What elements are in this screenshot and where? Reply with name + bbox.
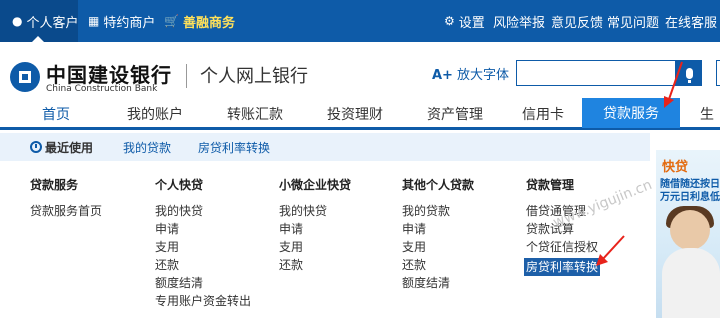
- main-nav: 首页 我的账户 转账汇款 投资理财 资产管理 信用卡 贷款服务 生: [0, 98, 720, 130]
- enlarge-font-label: 放大字体: [456, 68, 509, 83]
- settings-link[interactable]: ⚙ 设置: [444, 0, 485, 42]
- site-name: 个人网上银行: [200, 66, 308, 87]
- nav-asset-management[interactable]: 资产管理: [412, 100, 498, 127]
- tab-special-merchant[interactable]: ▦ 特约商户: [88, 0, 155, 42]
- nav-life[interactable]: 生: [700, 100, 720, 127]
- recently-used: 最近使用: [30, 133, 93, 161]
- nav-investment[interactable]: 投资理财: [312, 100, 398, 127]
- recent-my-loans[interactable]: 我的贷款: [123, 133, 171, 161]
- risk-report-link[interactable]: 风险举报: [493, 0, 545, 42]
- menu-link[interactable]: 还款: [155, 256, 251, 274]
- tab-shanrong-commerce[interactable]: 🛒 善融商务: [164, 0, 235, 42]
- column-title: 贷款管理: [526, 178, 575, 192]
- settings-label: 设置: [458, 15, 485, 31]
- menu-link[interactable]: 我的贷款: [402, 202, 474, 220]
- store-icon: ▦: [88, 14, 100, 28]
- menu-link[interactable]: 支用: [155, 238, 251, 256]
- menu-link[interactable]: 申请: [279, 220, 351, 238]
- column-title: 小微企业快贷: [279, 178, 352, 192]
- bank-name-en: China Construction Bank: [46, 84, 158, 94]
- feedback-link[interactable]: 意见反馈: [551, 0, 603, 42]
- search-input[interactable]: [516, 60, 676, 86]
- menu-link[interactable]: 支用: [279, 238, 351, 256]
- font-size-icon: A+: [432, 68, 453, 83]
- menu-link[interactable]: 我的快贷: [155, 202, 251, 220]
- menu-link[interactable]: 申请: [402, 220, 474, 238]
- ccb-logo-icon: [10, 62, 40, 92]
- cart-icon: 🛒: [164, 14, 179, 28]
- sub-nav: 最近使用 我的贷款 房贷利率转换: [0, 133, 650, 161]
- menu-link[interactable]: 支用: [402, 238, 474, 256]
- faq-link[interactable]: 常见问题: [607, 0, 659, 42]
- nav-transfer[interactable]: 转账汇款: [212, 100, 298, 127]
- menu-link[interactable]: 还款: [279, 256, 351, 274]
- menu-column-sme-quick-loan: 小微企业快贷 我的快贷 申请 支用 还款: [279, 178, 351, 274]
- menu-link[interactable]: 个贷征信授权: [526, 238, 600, 256]
- menu-link[interactable]: 申请: [155, 220, 251, 238]
- tab-shanrong-commerce-label: 善融商务: [182, 15, 235, 31]
- column-title: 个人快贷: [155, 178, 204, 192]
- banner-line2: 万元日利息低: [660, 192, 720, 203]
- menu-link[interactable]: 贷款服务首页: [30, 202, 102, 220]
- column-title: 其他个人贷款: [402, 178, 475, 192]
- person-icon: ●: [12, 14, 23, 28]
- menu-link[interactable]: 还款: [402, 256, 474, 274]
- annotation-arrow-nav: [664, 61, 683, 108]
- quick-loan-banner[interactable]: 快贷 随借随还按日 万元日利息低: [656, 150, 720, 318]
- banner-person-face: [670, 210, 710, 250]
- nav-home[interactable]: 首页: [18, 100, 94, 127]
- banner-person-body: [662, 248, 720, 318]
- tab-personal-customer-label: 个人客户: [26, 15, 79, 31]
- menu-link-highlighted[interactable]: 房贷利率转换: [524, 258, 601, 276]
- nav-my-account[interactable]: 我的账户: [112, 100, 198, 127]
- gear-icon: ⚙: [444, 14, 455, 28]
- top-bar: ● 个人客户 ▦ 特约商户 🛒 善融商务 ⚙ 设置 风险举报 意见反馈 常见问题…: [0, 0, 720, 42]
- menu-link[interactable]: 我的快贷: [279, 202, 351, 220]
- recent-mortgage-rate-conversion[interactable]: 房贷利率转换: [198, 133, 270, 161]
- search-button[interactable]: [716, 60, 720, 86]
- menu-column-personal-quick-loan: 个人快贷 我的快贷 申请 支用 还款 额度结清 专用账户资金转出: [155, 178, 251, 310]
- menu-link[interactable]: 额度结清: [402, 274, 474, 292]
- online-service-link[interactable]: 在线客服: [665, 0, 717, 42]
- recently-used-label: 最近使用: [45, 140, 94, 155]
- banner-title: 快贷: [662, 160, 689, 175]
- tab-special-merchant-label: 特约商户: [103, 15, 156, 31]
- clock-icon: [30, 141, 42, 153]
- menu-link[interactable]: 专用账户资金转出: [155, 292, 251, 310]
- menu-link[interactable]: 额度结清: [155, 274, 251, 292]
- annotation-arrow-menu: [596, 235, 625, 266]
- enlarge-font-button[interactable]: A+ 放大字体: [432, 64, 509, 83]
- menu-column-loan-service: 贷款服务 贷款服务首页: [30, 178, 102, 220]
- nav-credit-card[interactable]: 信用卡: [508, 100, 578, 127]
- logo-divider: [186, 64, 187, 88]
- menu-column-other-personal-loans: 其他个人贷款 我的贷款 申请 支用 还款 额度结清: [402, 178, 474, 292]
- column-title: 贷款服务: [30, 178, 79, 192]
